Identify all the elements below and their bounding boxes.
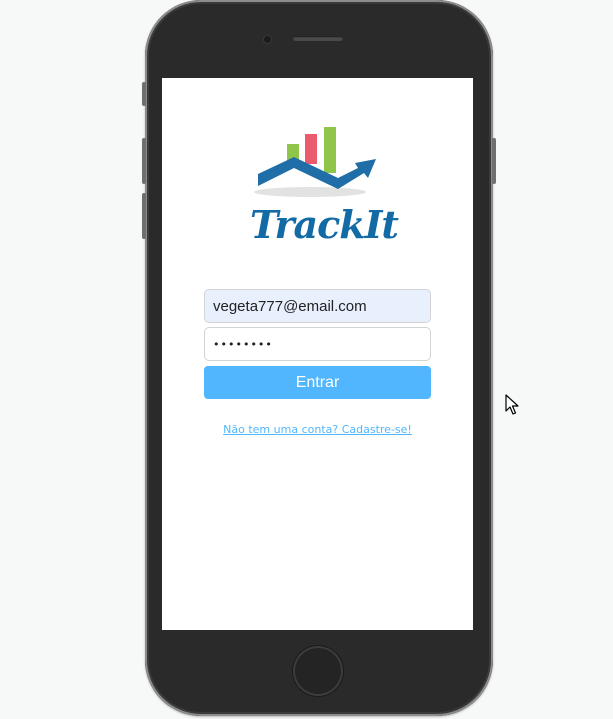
app-screen: TrackIt Entrar Não tem uma conta? Cadast… — [162, 78, 473, 630]
home-button — [293, 646, 343, 696]
signup-link[interactable]: Não tem uma conta? Cadastre-se! — [162, 423, 473, 436]
earpiece-speaker — [293, 36, 343, 41]
mute-switch — [142, 82, 146, 106]
mouse-pointer-icon — [505, 394, 519, 415]
login-button[interactable]: Entrar — [204, 366, 431, 399]
front-camera — [264, 36, 271, 43]
bar-chart-trend-arrow-icon — [254, 127, 376, 197]
email-field[interactable] — [204, 289, 431, 323]
app-logo-text: TrackIt — [250, 202, 399, 247]
app-logo: TrackIt — [250, 126, 399, 252]
password-field[interactable] — [204, 327, 431, 361]
power-button — [492, 138, 496, 184]
volume-down-button — [142, 193, 146, 239]
volume-up-button — [142, 138, 146, 184]
